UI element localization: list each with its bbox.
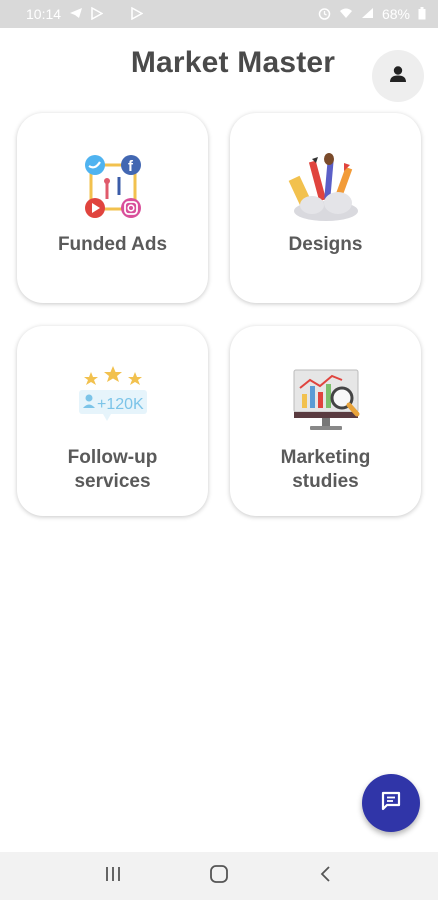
card-marketing-studies[interactable]: Marketing studies bbox=[230, 326, 421, 516]
card-label-line-2: services bbox=[74, 471, 151, 492]
battery-icon bbox=[418, 6, 426, 22]
chat-icon bbox=[379, 789, 403, 818]
play-store-icon bbox=[91, 6, 104, 22]
alarm-icon bbox=[318, 7, 331, 22]
card-label-line-1: Marketing bbox=[280, 447, 371, 468]
person-icon bbox=[388, 64, 408, 89]
profile-button[interactable] bbox=[372, 50, 424, 102]
system-nav-bar bbox=[0, 852, 438, 900]
status-bar: 10:14 68% bbox=[0, 0, 438, 28]
status-right: 68% bbox=[318, 6, 426, 22]
recent-apps-button[interactable] bbox=[93, 856, 133, 896]
status-left: 10:14 bbox=[26, 6, 144, 22]
recent-apps-icon bbox=[104, 866, 122, 887]
card-label: Follow-up services bbox=[68, 446, 158, 494]
card-label-text: Funded Ads bbox=[57, 234, 168, 255]
status-time: 10:14 bbox=[26, 6, 62, 22]
chat-button[interactable] bbox=[362, 774, 420, 832]
back-button[interactable] bbox=[305, 856, 345, 896]
back-icon bbox=[319, 865, 331, 888]
telegram-icon bbox=[69, 7, 83, 21]
card-funded-ads[interactable]: f Funded Ads bbox=[17, 113, 208, 303]
card-label: Marketing studies bbox=[281, 446, 371, 494]
play-store-icon bbox=[131, 6, 144, 22]
battery-level: 68% bbox=[381, 6, 410, 22]
card-label: Funded Ads bbox=[58, 233, 167, 257]
design-tools-icon bbox=[286, 153, 366, 223]
card-label: Designs bbox=[289, 233, 363, 257]
social-media-icon: f bbox=[73, 153, 153, 223]
home-icon bbox=[209, 864, 229, 888]
card-label-line-1: Follow-up bbox=[67, 447, 158, 468]
follower-count-badge: +120K bbox=[97, 396, 144, 413]
card-label-line-2: studies bbox=[292, 471, 359, 492]
card-designs[interactable]: Designs bbox=[230, 113, 421, 303]
signal-icon bbox=[361, 7, 374, 21]
home-button[interactable] bbox=[199, 856, 239, 896]
followers-icon: +120K bbox=[73, 366, 153, 436]
wifi-icon bbox=[339, 7, 353, 21]
card-label-text: Designs bbox=[288, 234, 363, 255]
analytics-monitor-icon bbox=[286, 366, 366, 436]
card-follow-up-services[interactable]: +120K Follow-up services bbox=[17, 326, 208, 516]
